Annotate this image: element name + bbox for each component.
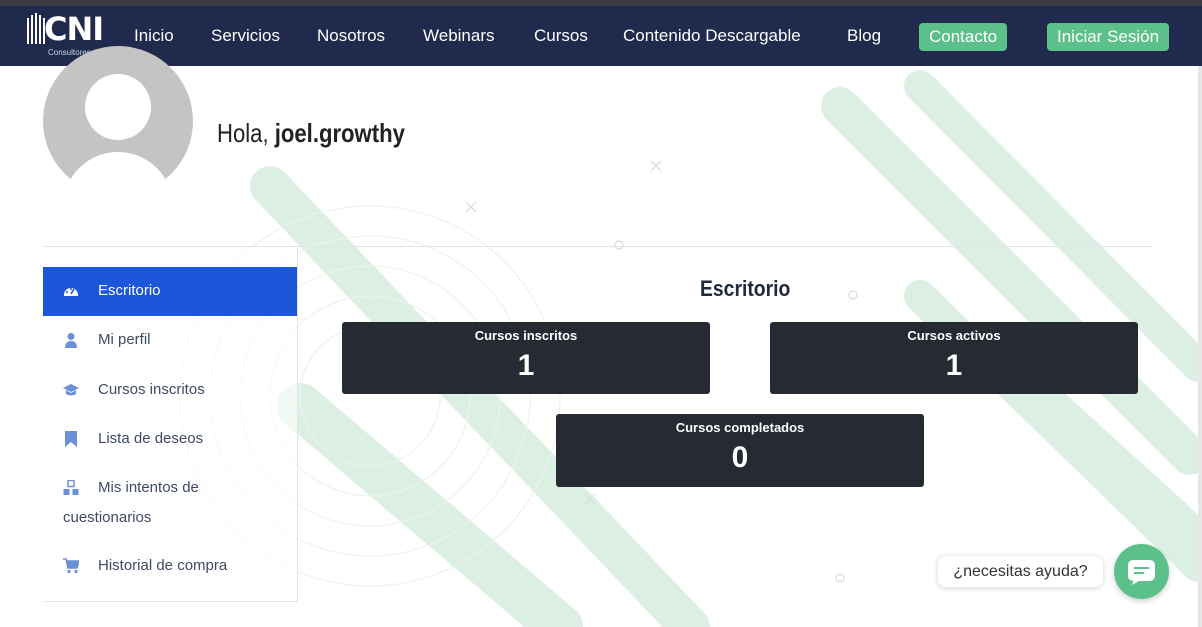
stat-value: 1: [945, 349, 963, 382]
sidebar-item-lista-de-deseos[interactable]: Lista de deseos: [43, 414, 297, 463]
dashboard-icon: [64, 288, 78, 296]
page-scrollbar[interactable]: [1198, 66, 1202, 627]
sidebar-item-label-cont: cuestionarios: [63, 509, 152, 526]
logo-text: CNI: [44, 10, 104, 48]
login-button[interactable]: Iniciar Sesión: [1047, 23, 1170, 51]
stat-label: Cursos inscritos: [474, 328, 578, 343]
sidebar-item-historial[interactable]: Historial de compra: [43, 547, 297, 587]
contact-button[interactable]: Contacto: [919, 23, 1008, 51]
graduation-cap-icon: [63, 384, 79, 396]
logo-columns-icon: [27, 13, 45, 44]
cubes-icon: [63, 480, 79, 495]
sidebar-item-label: Mi perfil: [98, 331, 151, 348]
sidebar-item-cursos-inscritos[interactable]: Cursos inscritos: [43, 365, 297, 414]
top-navbar: CNI Consultores Inicio Servicios Nosotro…: [0, 6, 1202, 66]
bookmark-icon: [65, 431, 77, 447]
cart-icon: [63, 558, 79, 574]
dashboard-title: Escritorio: [700, 276, 791, 301]
user-icon: [65, 333, 77, 348]
sidebar-item-label: Escritorio: [98, 282, 161, 299]
greeting: Hola, joel.growthy: [217, 118, 405, 149]
nav-webinars[interactable]: Webinars: [423, 6, 495, 66]
sidebar-item-label: Cursos inscritos: [98, 381, 205, 398]
sidebar-item-label: Historial de compra: [98, 557, 228, 574]
nav-servicios[interactable]: Servicios: [211, 6, 280, 66]
stat-value: 1: [517, 349, 535, 382]
sidebar-item-mi-perfil[interactable]: Mi perfil: [43, 316, 297, 365]
nav-contenido-descargable[interactable]: Contenido Descargable: [623, 6, 801, 66]
stat-label: Cursos activos: [907, 328, 1001, 343]
nav-nosotros[interactable]: Nosotros: [317, 6, 385, 66]
nav-blog[interactable]: Blog: [847, 6, 881, 66]
stat-label: Cursos completados: [675, 420, 805, 435]
help-bubble[interactable]: ¿necesitas ayuda?: [938, 556, 1103, 587]
stat-card-active: Cursos activos 1: [770, 322, 1138, 394]
greeting-text: Hola,: [217, 118, 269, 148]
username: joel.growthy: [274, 118, 405, 148]
chat-button[interactable]: [1114, 544, 1169, 599]
nav-cursos[interactable]: Cursos: [534, 6, 588, 66]
sidebar-item-label: Lista de deseos: [98, 430, 204, 447]
stat-value: 0: [731, 441, 749, 474]
avatar: [43, 46, 193, 196]
sidebar-item-mis-intentos[interactable]: Mis intentos de cuestionarios: [43, 463, 297, 531]
sidebar-item-escritorio[interactable]: Escritorio: [43, 267, 297, 316]
stat-card-completed: Cursos completados 0: [556, 414, 924, 487]
chat-icon: [1128, 560, 1155, 585]
stat-card-enrolled: Cursos inscritos 1: [342, 322, 710, 394]
sidebar-item-label: Mis intentos de: [98, 479, 199, 496]
dashboard-sidebar: Escritorio Mi perfil Cursos inscritos Li…: [43, 247, 298, 602]
